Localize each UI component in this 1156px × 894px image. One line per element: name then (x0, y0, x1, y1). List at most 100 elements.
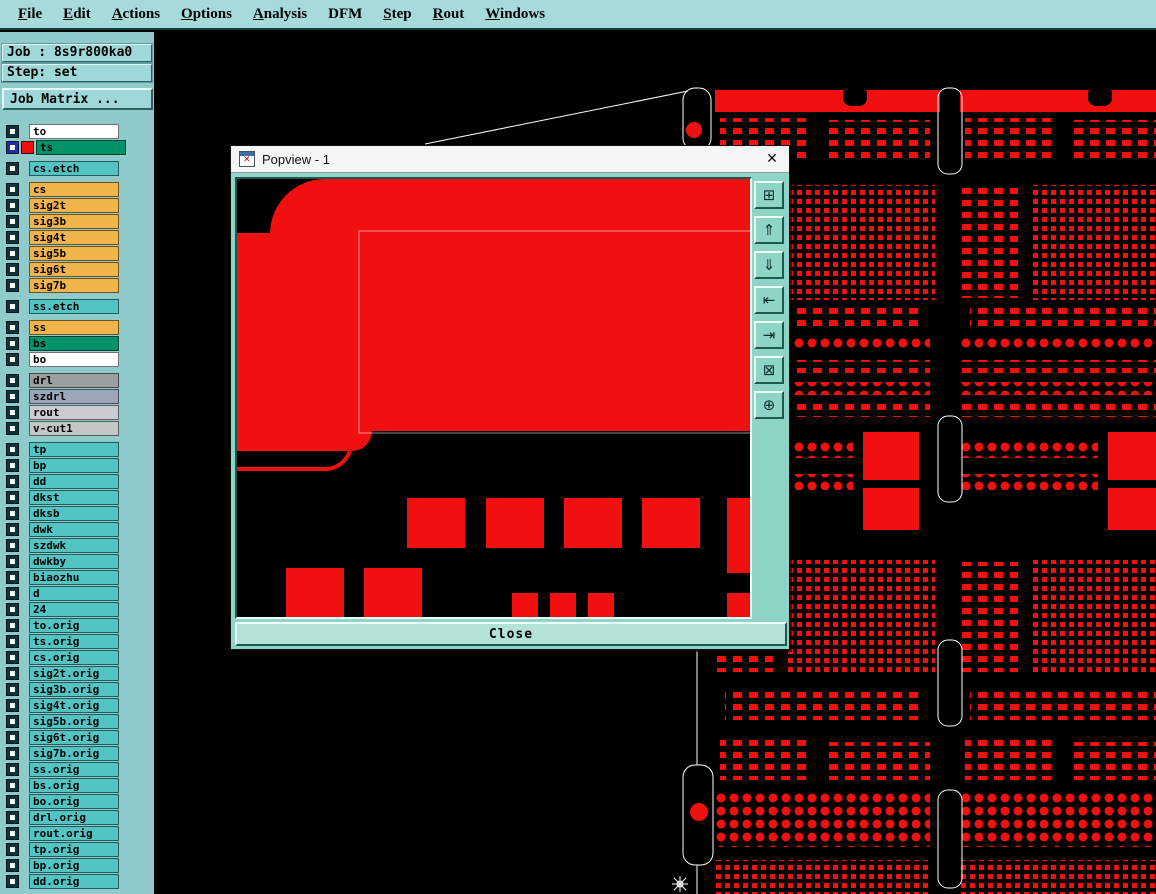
layer-toggle-sig5b[interactable] (6, 246, 19, 260)
layer-toggle-sig2t[interactable] (6, 198, 19, 212)
layer-name-to.orig[interactable]: to.orig (29, 617, 119, 633)
layer-name-cs[interactable]: cs (29, 181, 119, 197)
layer-toggle-biaozhu[interactable] (6, 570, 19, 584)
layer-name-biaozhu[interactable]: biaozhu (29, 569, 119, 585)
layer-toggle-ts.orig[interactable] (6, 634, 19, 648)
layer-name-sig6t[interactable]: sig6t (29, 261, 119, 277)
layer-name-drl.orig[interactable]: drl.orig (29, 809, 119, 825)
layer-name-dd.orig[interactable]: dd.orig (29, 873, 119, 889)
menu-item-analysis[interactable]: Analysis (253, 6, 307, 23)
layer-toggle-dd[interactable] (6, 474, 19, 488)
layer-name-sig4t[interactable]: sig4t (29, 229, 119, 245)
layer-toggle-dkst[interactable] (6, 490, 19, 504)
layer-toggle-rout.orig[interactable] (6, 826, 19, 840)
layer-toggle-ss.orig[interactable] (6, 762, 19, 776)
layer-name-bo[interactable]: bo (29, 351, 119, 367)
layer-toggle-szdwk[interactable] (6, 538, 19, 552)
pan-left-button[interactable]: ⇤ (754, 286, 784, 314)
layer-toggle-cs.orig[interactable] (6, 650, 19, 664)
layer-name-ts[interactable]: ts (36, 139, 126, 155)
layer-name-sig2t[interactable]: sig2t (29, 197, 119, 213)
layer-toggle-drl[interactable] (6, 373, 19, 387)
layer-toggle-ts[interactable] (6, 140, 19, 154)
layer-toggle-rout[interactable] (6, 405, 19, 419)
layer-toggle-drl.orig[interactable] (6, 810, 19, 824)
layer-toggle-24[interactable] (6, 602, 19, 616)
layer-name-dkst[interactable]: dkst (29, 489, 119, 505)
layer-display-color-chip[interactable] (21, 140, 34, 154)
layer-name-rout.orig[interactable]: rout.orig (29, 825, 119, 841)
layer-toggle-szdrl[interactable] (6, 389, 19, 403)
layer-name-sig2t.orig[interactable]: sig2t.orig (29, 665, 119, 681)
layer-toggle-bo[interactable] (6, 352, 19, 366)
layer-toggle-bs.orig[interactable] (6, 778, 19, 792)
layer-name-sig7b[interactable]: sig7b (29, 277, 119, 293)
layer-name-tp[interactable]: tp (29, 441, 119, 457)
popview-titlebar[interactable]: Popview - 1 ✕ (231, 146, 789, 173)
layer-name-v-cut1[interactable]: v-cut1 (29, 420, 119, 436)
close-icon[interactable]: ✕ (763, 151, 781, 167)
layer-name-bs[interactable]: bs (29, 335, 119, 351)
layer-name-dksb[interactable]: dksb (29, 505, 119, 521)
menu-item-file[interactable]: File (18, 6, 42, 23)
layer-toggle-tp.orig[interactable] (6, 842, 19, 856)
layer-toggle-bs[interactable] (6, 336, 19, 350)
layer-name-sig4t.orig[interactable]: sig4t.orig (29, 697, 119, 713)
layer-name-bp[interactable]: bp (29, 457, 119, 473)
layer-toggle-sig3b.orig[interactable] (6, 682, 19, 696)
layer-toggle-sig7b[interactable] (6, 278, 19, 292)
layer-name-dwkby[interactable]: dwkby (29, 553, 119, 569)
layer-toggle-dwk[interactable] (6, 522, 19, 536)
layer-name-sig5b.orig[interactable]: sig5b.orig (29, 713, 119, 729)
layer-name-d[interactable]: d (29, 585, 119, 601)
menu-item-step[interactable]: Step (383, 6, 411, 23)
layer-name-sig3b[interactable]: sig3b (29, 213, 119, 229)
layer-toggle-bp.orig[interactable] (6, 858, 19, 872)
layer-name-tp.orig[interactable]: tp.orig (29, 841, 119, 857)
layer-name-cs.orig[interactable]: cs.orig (29, 649, 119, 665)
layer-toggle-to.orig[interactable] (6, 618, 19, 632)
layer-name-sig5b[interactable]: sig5b (29, 245, 119, 261)
layer-name-szdwk[interactable]: szdwk (29, 537, 119, 553)
layer-name-dwk[interactable]: dwk (29, 521, 119, 537)
layer-name-bo.orig[interactable]: bo.orig (29, 793, 119, 809)
scroll-up-button[interactable]: ⇑ (754, 216, 784, 244)
layer-name-rout[interactable]: rout (29, 404, 119, 420)
layer-toggle-ss.etch[interactable] (6, 299, 19, 313)
pan-right-button[interactable]: ⇥ (754, 321, 784, 349)
layer-name-dd[interactable]: dd (29, 473, 119, 489)
layer-toggle-dksb[interactable] (6, 506, 19, 520)
layer-toggle-sig6t.orig[interactable] (6, 730, 19, 744)
layer-toggle-dd.orig[interactable] (6, 874, 19, 888)
layer-toggle-sig6t[interactable] (6, 262, 19, 276)
layer-toggle-cs[interactable] (6, 182, 19, 196)
menu-item-edit[interactable]: Edit (63, 6, 91, 23)
layer-name-to[interactable]: to (29, 123, 119, 139)
layer-toggle-sig4t.orig[interactable] (6, 698, 19, 712)
layer-toggle-cs.etch[interactable] (6, 161, 19, 175)
scroll-down-button[interactable]: ⇓ (754, 251, 784, 279)
layer-name-bs.orig[interactable]: bs.orig (29, 777, 119, 793)
layer-name-sig3b.orig[interactable]: sig3b.orig (29, 681, 119, 697)
layer-name-ss.etch[interactable]: ss.etch (29, 298, 119, 314)
layer-name-ts.orig[interactable]: ts.orig (29, 633, 119, 649)
layer-toggle-sig2t.orig[interactable] (6, 666, 19, 680)
menu-item-actions[interactable]: Actions (112, 6, 160, 23)
layer-toggle-d[interactable] (6, 586, 19, 600)
layer-toggle-sig7b.orig[interactable] (6, 746, 19, 760)
layer-name-24[interactable]: 24 (29, 601, 119, 617)
layer-name-sig7b.orig[interactable]: sig7b.orig (29, 745, 119, 761)
layer-toggle-bp[interactable] (6, 458, 19, 472)
layer-toggle-to[interactable] (6, 124, 19, 138)
layer-name-cs.etch[interactable]: cs.etch (29, 160, 119, 176)
menu-item-options[interactable]: Options (181, 6, 232, 23)
layer-toggle-sig4t[interactable] (6, 230, 19, 244)
layer-toggle-bo.orig[interactable] (6, 794, 19, 808)
zoom-fit-button[interactable]: ⊠ (754, 356, 784, 384)
layer-toggle-dwkby[interactable] (6, 554, 19, 568)
layer-name-sig6t.orig[interactable]: sig6t.orig (29, 729, 119, 745)
layer-toggle-sig5b.orig[interactable] (6, 714, 19, 728)
layer-name-ss.orig[interactable]: ss.orig (29, 761, 119, 777)
menu-item-dfm[interactable]: DFM (328, 6, 362, 23)
close-button[interactable]: Close (235, 622, 787, 646)
